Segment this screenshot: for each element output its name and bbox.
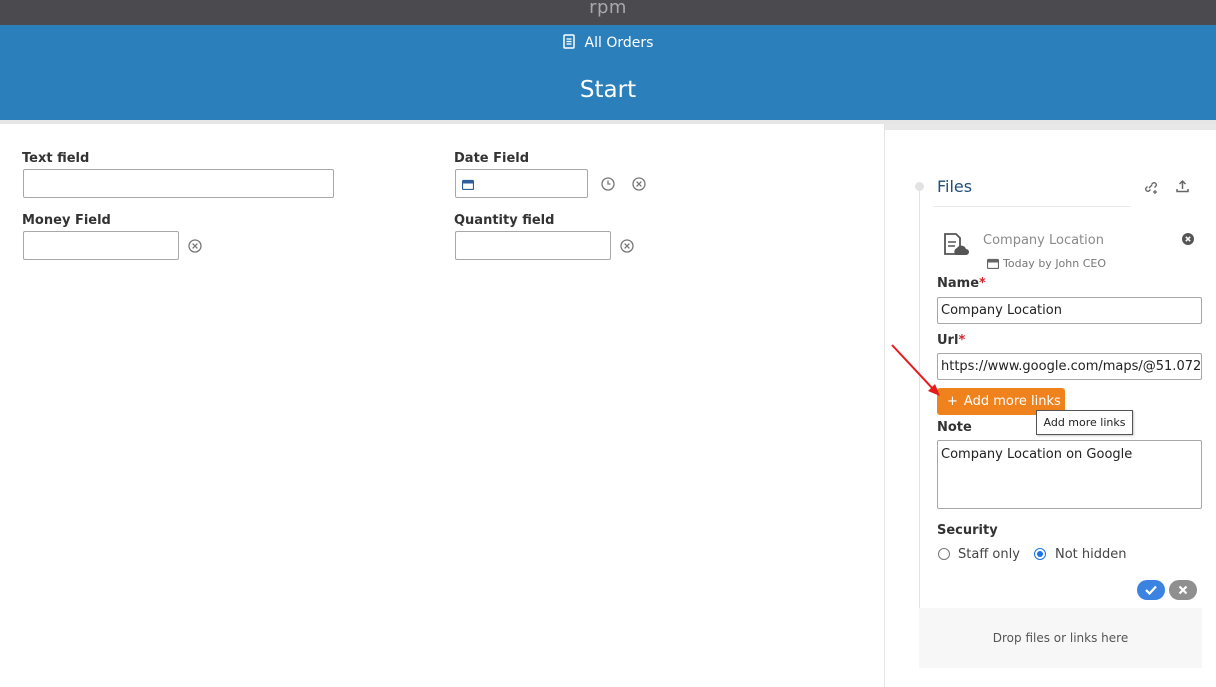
date-field-label: Date Field (454, 151, 530, 166)
clear-quantity-icon[interactable] (620, 239, 634, 253)
files-title: Files (937, 177, 973, 196)
clear-money-icon[interactable] (188, 239, 202, 253)
file-item-date: Today (1003, 257, 1035, 270)
text-field-label: Text field (22, 151, 90, 166)
file-item-author: by John CEO (1038, 257, 1107, 270)
text-field-input[interactable] (23, 169, 334, 198)
clock-icon[interactable] (601, 177, 615, 191)
security-label: Security (937, 523, 998, 538)
files-separator (933, 206, 1131, 207)
name-label: Name* (937, 276, 986, 291)
breadcrumb[interactable]: All Orders (0, 34, 1216, 51)
upload-icon[interactable] (1176, 179, 1189, 193)
quantity-field-input[interactable] (455, 231, 611, 260)
plus-icon: + (947, 394, 958, 409)
not-hidden-radio[interactable] (1034, 548, 1046, 560)
confirm-button[interactable] (1137, 580, 1165, 600)
cloud-document-icon (944, 233, 969, 255)
timeline-line (919, 186, 920, 666)
cancel-button[interactable] (1169, 580, 1197, 600)
date-field-input[interactable] (455, 169, 588, 198)
note-label: Note (937, 420, 972, 435)
not-hidden-label[interactable]: Not hidden (1055, 547, 1127, 562)
panel-top-strip (885, 124, 1216, 130)
remove-file-icon[interactable] (1182, 233, 1194, 245)
files-panel: Files Company Location Today by John CEO… (884, 124, 1216, 687)
breadcrumb-label[interactable]: All Orders (585, 35, 654, 51)
staff-only-radio[interactable] (938, 548, 950, 560)
page-title: Start (579, 77, 637, 103)
file-item-title[interactable]: Company Location (983, 233, 1104, 248)
url-input[interactable]: https://www.google.com/maps/@51.072 (937, 353, 1202, 380)
required-mark: * (979, 276, 986, 291)
calendar-small-icon (986, 258, 1000, 270)
timeline-dot (915, 182, 924, 191)
note-textarea[interactable]: Company Location on Google (937, 440, 1202, 509)
file-item-meta: Today by John CEO (986, 257, 1107, 270)
drop-zone[interactable]: Drop files or links here (919, 608, 1202, 668)
add-link-icon[interactable] (1143, 180, 1159, 194)
money-field-label: Money Field (22, 213, 111, 228)
clear-date-icon[interactable] (632, 177, 646, 191)
required-mark: * (958, 333, 966, 348)
calendar-icon[interactable] (462, 179, 474, 190)
checkmark-icon (1145, 585, 1157, 596)
close-icon (1178, 585, 1188, 595)
red-arrow-annotation (891, 344, 940, 396)
form-area: Text field Date Field Money Field Quanti… (0, 124, 884, 687)
name-input[interactable]: Company Location (937, 297, 1202, 324)
staff-only-label[interactable]: Staff only (958, 547, 1020, 562)
list-document-icon (562, 34, 575, 49)
add-more-links-tooltip: Add more links (1036, 410, 1133, 435)
money-field-input[interactable] (23, 231, 179, 260)
top-bar: rpm (0, 0, 1216, 25)
app-brand: rpm (589, 0, 627, 18)
page-header: All Orders Start (0, 25, 1216, 120)
quantity-field-label: Quantity field (454, 213, 555, 228)
